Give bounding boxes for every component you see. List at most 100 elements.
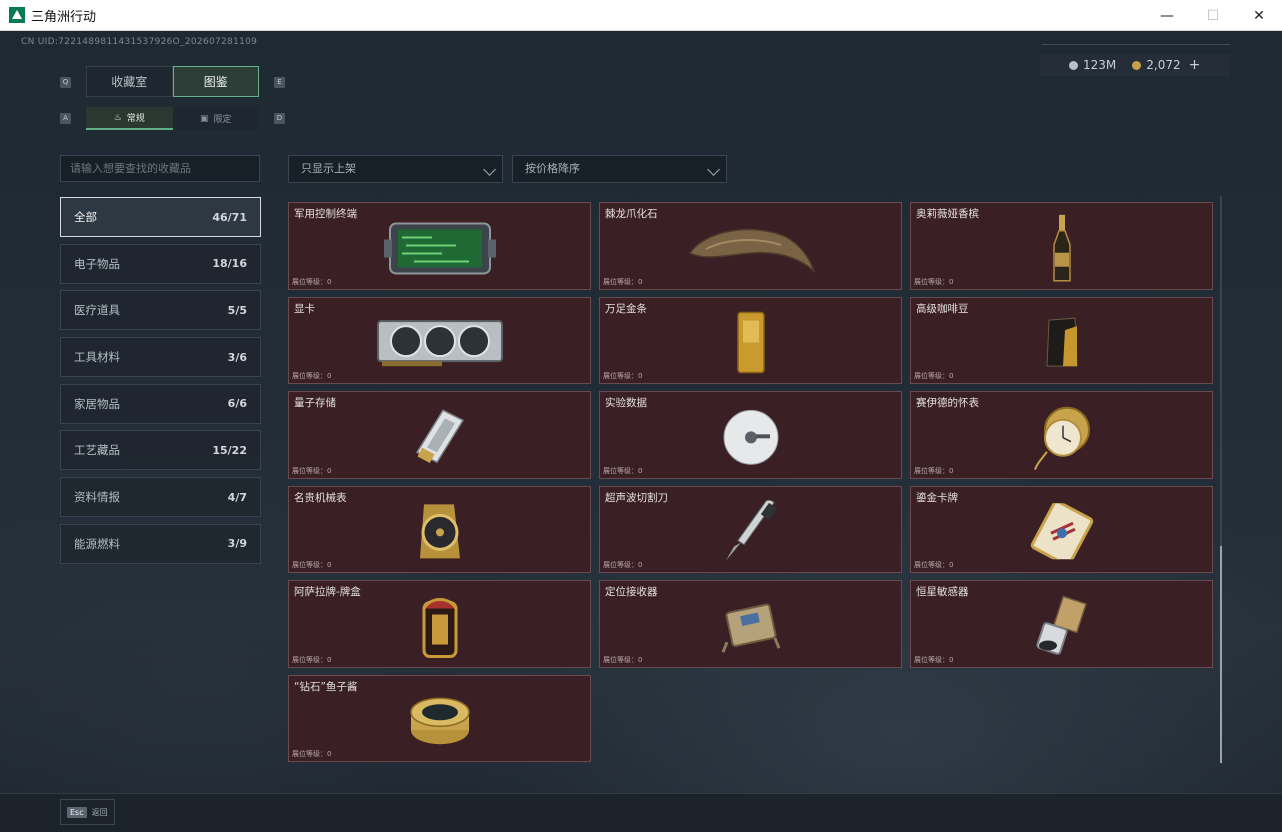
- gold-coin-icon: [1132, 60, 1142, 70]
- category-count: 6/6: [227, 397, 247, 411]
- champagne-bottle-icon: [1052, 214, 1071, 282]
- collectible-card[interactable]: 实验数据 展位等级：0: [599, 391, 902, 479]
- category-energy[interactable]: 能源燃料 3/9: [60, 523, 261, 564]
- category-household[interactable]: 家居物品 6/6: [60, 383, 261, 424]
- sort-dropdown[interactable]: 按价格降序: [512, 155, 727, 183]
- category-count: 46/71: [212, 210, 247, 224]
- military-terminal-icon: [383, 222, 496, 275]
- sub-tabs: ♨ 常规 ▣ 限定: [86, 107, 259, 130]
- category-count: 18/16: [212, 257, 247, 271]
- category-count: 15/22: [212, 443, 247, 457]
- collectible-card[interactable]: 阿萨拉牌-牌盒 展位等级：0: [288, 580, 591, 668]
- chevron-down-icon: [483, 163, 496, 176]
- flame-icon: ♨: [113, 112, 122, 123]
- collectible-card[interactable]: 万足金条 展位等级：0: [599, 296, 902, 384]
- back-button[interactable]: Esc 返回: [60, 799, 115, 825]
- currency-panel: 123M 2,072 +: [1040, 54, 1230, 76]
- collection-grid: 军用控制终端 展位等级：0 棘龙爪化石 展位等级：0 奥莉薇娅香槟 展位等级：0…: [288, 202, 1213, 762]
- add-currency-button[interactable]: +: [1189, 57, 1201, 73]
- claw-fossil-icon: [688, 228, 815, 273]
- booth-level: 展位等级：0: [292, 277, 332, 286]
- collectible-name: 奥莉薇娅香槟: [916, 208, 979, 220]
- collectible-card[interactable]: 鎏金卡牌 展位等级：0: [910, 485, 1213, 573]
- collectible-name: 军用控制终端: [294, 208, 357, 220]
- pocket-watch-icon: [1033, 406, 1090, 470]
- maximize-button[interactable]: ☐: [1190, 0, 1236, 31]
- collectible-name: 实验数据: [605, 397, 647, 409]
- subtab-regular[interactable]: ♨ 常规: [86, 107, 173, 130]
- category-medical[interactable]: 医疗道具 5/5: [60, 290, 261, 331]
- booth-level: 展位等级：0: [292, 466, 332, 475]
- star-sensor-icon: [1035, 595, 1087, 655]
- category-list: 全部 46/71 电子物品 18/16 医疗道具 5/5 工具材料 3/6 家居物品 6/…: [60, 197, 261, 571]
- grid-scrollbar-thumb[interactable]: [1220, 546, 1222, 763]
- collectible-name: 显卡: [294, 302, 315, 315]
- collectible-name: 量子存储: [294, 397, 336, 409]
- booth-level: 展位等级：0: [914, 561, 954, 569]
- silver-amount: 123M: [1083, 58, 1117, 72]
- search-input[interactable]: 请输入想要查找的收藏品: [60, 155, 260, 182]
- esc-key-hint: Esc: [67, 806, 87, 818]
- game-viewport: CN UID:7221489811431537926O_202607281109…: [0, 31, 1282, 832]
- listing-filter-dropdown[interactable]: 只显示上架: [288, 155, 503, 183]
- collectible-name: 阿萨拉牌-牌盒: [294, 586, 361, 598]
- booth-level: 展位等级：0: [603, 372, 643, 380]
- tab-collection-room[interactable]: 收藏室: [86, 66, 173, 97]
- limited-icon: ▣: [199, 113, 209, 124]
- collectible-name: 高级咖啡豆: [916, 302, 969, 315]
- collectible-name: 鎏金卡牌: [916, 491, 958, 504]
- bottom-bar: [0, 793, 1282, 832]
- category-electronics[interactable]: 电子物品 18/16: [60, 243, 261, 284]
- category-label: 电子物品: [74, 256, 120, 271]
- key-hint-e: E: [274, 77, 285, 88]
- category-label: 家居物品: [74, 396, 120, 411]
- category-label: 工艺藏品: [74, 443, 120, 458]
- collectible-card[interactable]: 棘龙爪化石 展位等级：0: [599, 202, 902, 290]
- category-label: 能源燃料: [74, 536, 120, 551]
- chevron-down-icon: [707, 163, 720, 176]
- window-title: 三角洲行动: [31, 9, 97, 25]
- collectible-name: “钻石”鱼子酱: [294, 680, 358, 693]
- listing-filter-value: 只显示上架: [301, 162, 356, 175]
- collectible-name: 超声波切割刀: [605, 491, 668, 504]
- collectible-card[interactable]: “钻石”鱼子酱 展位等级：0: [288, 674, 591, 762]
- booth-level: 展位等级：0: [292, 655, 332, 664]
- tab-catalog[interactable]: 图鉴: [172, 66, 259, 97]
- collectible-card[interactable]: 军用控制终端 展位等级：0: [288, 202, 591, 290]
- locator-receiver-icon: [721, 603, 780, 653]
- category-label: 医疗道具: [74, 303, 120, 318]
- collectible-card[interactable]: 高级咖啡豆 展位等级：0: [910, 296, 1213, 384]
- collectible-card[interactable]: 超声波切割刀 展位等级：0: [599, 485, 902, 573]
- category-count: 5/5: [227, 303, 247, 317]
- collectible-card[interactable]: 量子存储 展位等级：0: [288, 391, 591, 479]
- ultrasonic-knife-icon: [725, 500, 777, 561]
- collectible-card[interactable]: 名贵机械表 展位等级：0: [288, 485, 591, 573]
- category-count: 3/6: [227, 350, 247, 364]
- collectible-name: 棘龙爪化石: [605, 208, 658, 220]
- booth-level: 展位等级：0: [292, 750, 332, 758]
- caviar-tin-icon: [409, 697, 470, 745]
- card-box-icon: [422, 597, 457, 658]
- category-intel[interactable]: 资料情报 4/7: [60, 477, 261, 518]
- close-button[interactable]: ✕: [1236, 0, 1282, 31]
- collectible-card[interactable]: 显卡 展位等级：0: [288, 296, 591, 384]
- collectible-card[interactable]: 奥莉薇娅香槟 展位等级：0: [910, 202, 1213, 290]
- collectible-card[interactable]: 赛伊德的怀表 展位等级：0: [910, 391, 1213, 479]
- collectible-name: 赛伊德的怀表: [916, 397, 979, 409]
- collectible-card[interactable]: 恒星敏感器 展位等级：0: [910, 580, 1213, 668]
- uid-label: CN UID:7221489811431537926O_202607281109: [21, 37, 258, 47]
- category-all[interactable]: 全部 46/71: [60, 197, 261, 237]
- category-tools[interactable]: 工具材料 3/6: [60, 337, 261, 378]
- key-hint-d: D: [274, 113, 285, 124]
- booth-level: 展位等级：0: [914, 372, 954, 380]
- minimize-button[interactable]: —: [1144, 0, 1190, 31]
- wristwatch-icon: [419, 504, 460, 559]
- key-hint-q: Q: [60, 77, 71, 88]
- category-label: 全部: [74, 210, 97, 224]
- silver-coin-icon: [1069, 60, 1078, 70]
- collectible-name: 名贵机械表: [294, 491, 347, 504]
- category-crafts[interactable]: 工艺藏品 15/22: [60, 430, 261, 471]
- collectible-card[interactable]: 定位接收器 展位等级：0: [599, 580, 902, 668]
- disc-icon: [723, 409, 778, 465]
- subtab-limited[interactable]: ▣ 限定: [172, 107, 259, 130]
